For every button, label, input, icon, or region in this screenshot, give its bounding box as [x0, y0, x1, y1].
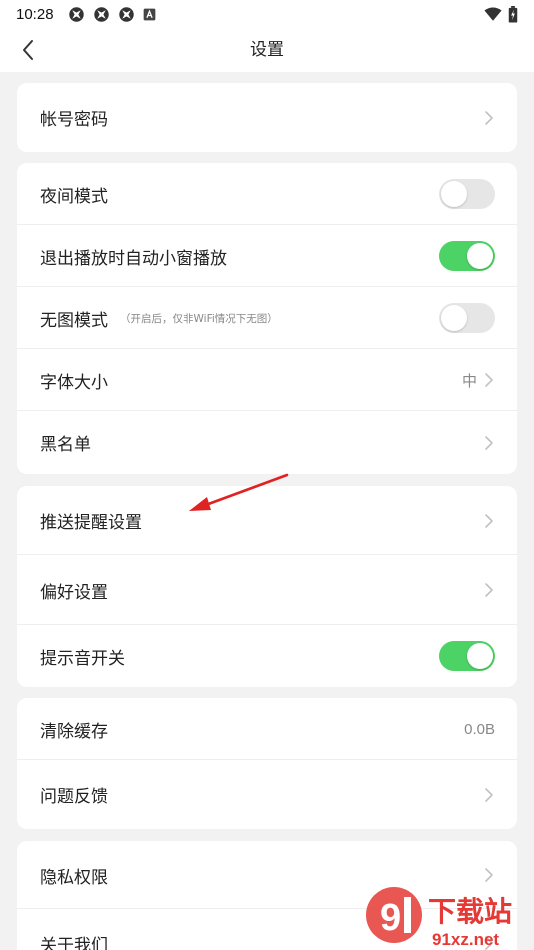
mini-window-toggle[interactable]: [439, 241, 495, 271]
chevron-right-icon: [485, 110, 493, 125]
notification-a-icon: [143, 8, 155, 20]
chevron-right-icon: [485, 583, 493, 597]
settings-group-display: 夜间模式 退出播放时自动小窗播放 无图模式 （开启后，仅非WiFi情况下无图） …: [17, 163, 517, 474]
settings-group-notifications: 推送提醒设置 偏好设置 提示音开关: [17, 486, 517, 687]
settings-row-account-password[interactable]: 帐号密码: [17, 83, 517, 152]
chevron-right-icon: [485, 868, 493, 882]
night-mode-toggle[interactable]: [439, 179, 495, 209]
settings-group-about: 隐私权限 关于我们: [17, 841, 517, 950]
settings-row-mini-window[interactable]: 退出播放时自动小窗播放: [17, 225, 517, 287]
chevron-right-icon: [485, 373, 493, 387]
settings-group-support: 清除缓存 0.0B 问题反馈: [17, 698, 517, 829]
row-label: 无图模式: [40, 310, 108, 331]
row-label: 隐私权限: [40, 867, 108, 888]
row-label: 字体大小: [40, 372, 108, 393]
settings-row-preferences[interactable]: 偏好设置: [17, 555, 517, 625]
settings-row-blacklist[interactable]: 黑名单: [17, 411, 517, 474]
settings-row-clear-cache[interactable]: 清除缓存 0.0B: [17, 698, 517, 760]
chevron-right-icon: [485, 435, 493, 450]
settings-row-about-us[interactable]: 关于我们: [17, 909, 517, 950]
status-right: [484, 5, 518, 23]
toggle-knob: [467, 643, 493, 669]
row-label: 夜间模式: [40, 186, 108, 207]
settings-row-sound-switch[interactable]: 提示音开关: [17, 625, 517, 687]
wifi-icon: [484, 7, 502, 21]
settings-row-push-reminder[interactable]: 推送提醒设置: [17, 486, 517, 555]
app-icon: [68, 6, 84, 22]
settings-row-feedback[interactable]: 问题反馈: [17, 760, 517, 829]
row-label: 清除缓存: [40, 721, 108, 742]
row-label: 黑名单: [40, 435, 91, 455]
row-label: 偏好设置: [40, 582, 108, 603]
font-size-value: 中: [461, 372, 477, 390]
status-time: 10:28: [16, 5, 54, 23]
toggle-knob: [441, 305, 467, 331]
settings-row-no-image-mode[interactable]: 无图模式 （开启后，仅非WiFi情况下无图）: [17, 287, 517, 349]
row-label: 推送提醒设置: [40, 513, 142, 533]
page-title: 设置: [250, 40, 284, 60]
row-label: 关于我们: [40, 935, 108, 950]
settings-row-font-size[interactable]: 字体大小 中: [17, 349, 517, 411]
row-label: 帐号密码: [40, 110, 108, 130]
toggle-knob: [467, 243, 493, 269]
row-subtitle: （开启后，仅非WiFi情况下无图）: [120, 312, 278, 325]
row-label: 退出播放时自动小窗播放: [40, 248, 227, 269]
settings-row-night-mode[interactable]: 夜间模式: [17, 163, 517, 225]
toggle-knob: [441, 181, 467, 207]
chevron-right-icon: [485, 787, 493, 802]
status-bar: 10:28: [0, 0, 534, 28]
chevron-right-icon: [485, 936, 493, 950]
nav-bar: 设置: [0, 28, 534, 72]
settings-row-privacy[interactable]: 隐私权限: [17, 841, 517, 909]
battery-icon: [508, 5, 518, 23]
chevron-right-icon: [485, 513, 493, 528]
settings-group-account: 帐号密码: [17, 83, 517, 152]
row-label: 问题反馈: [40, 787, 108, 807]
row-label: 提示音开关: [40, 648, 125, 669]
cache-size-value: 0.0B: [464, 720, 495, 738]
sound-switch-toggle[interactable]: [439, 641, 495, 671]
no-image-mode-toggle[interactable]: [439, 303, 495, 333]
app-icon: [93, 6, 109, 22]
app-icon: [118, 6, 134, 22]
